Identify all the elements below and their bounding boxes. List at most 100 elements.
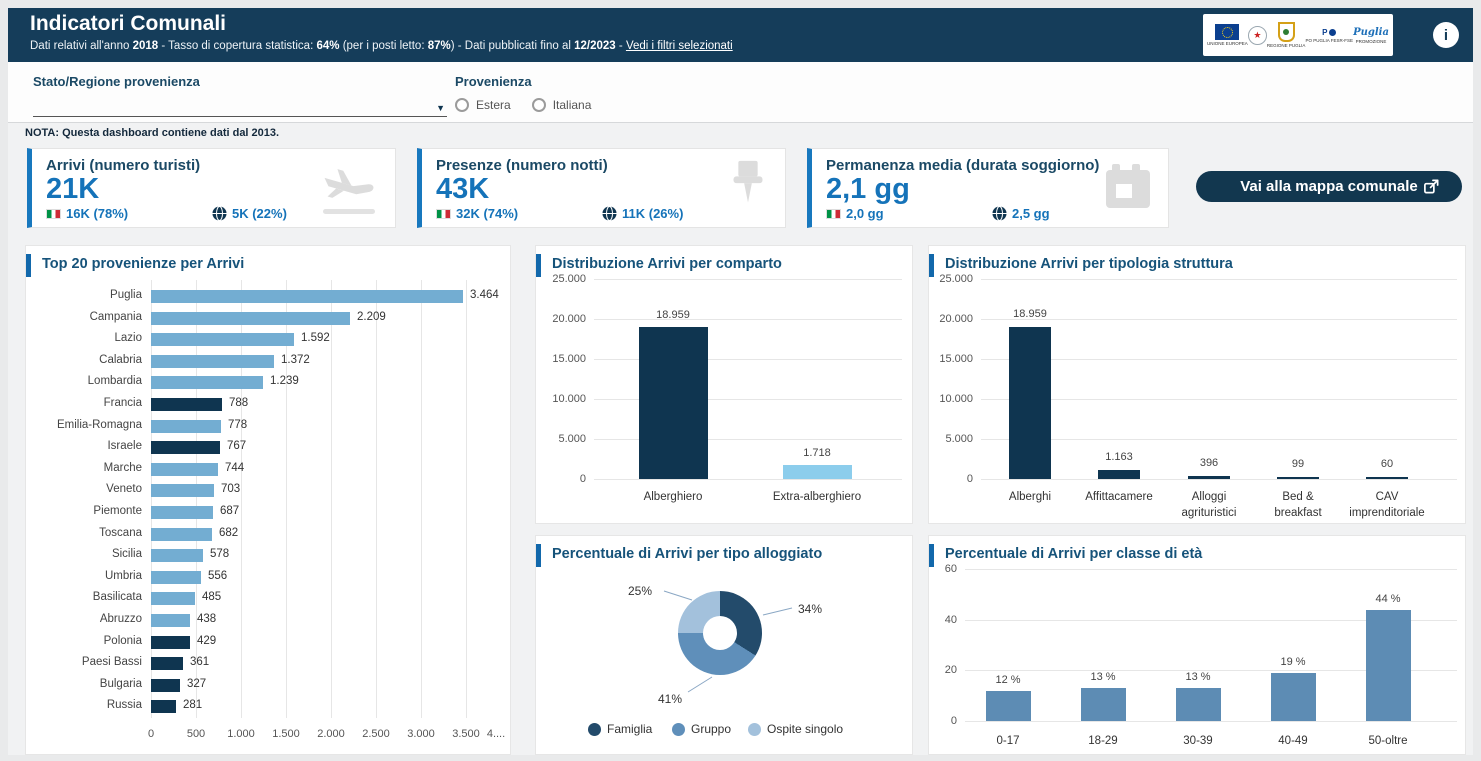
axis-tick-label: 10.000 <box>931 393 973 405</box>
legend-item-gruppo[interactable]: Gruppo <box>672 722 731 736</box>
kpi-foreign-text: 5K (22%) <box>232 206 287 221</box>
category-label: Abruzzo <box>30 613 142 625</box>
kpi-italian-value: 16K (78%) <box>46 206 128 221</box>
category-label: Veneto <box>30 483 142 495</box>
bar[interactable] <box>1366 610 1411 721</box>
kpi-italian-value: 32K (74%) <box>436 206 518 221</box>
map-button-label: Vai alla mappa comunale <box>1240 178 1418 195</box>
radio-estera[interactable] <box>455 98 469 112</box>
bar-value-label: 1.239 <box>270 375 299 387</box>
axis-tick-label: 2.000 <box>317 728 345 740</box>
legend-item-ospite-singolo[interactable]: Ospite singolo <box>748 722 843 736</box>
bar-value-label: 438 <box>197 613 216 625</box>
bar[interactable] <box>639 327 708 479</box>
kpi-foreign-value: 2,5 gg <box>992 206 1050 221</box>
category-label: Paesi Bassi <box>30 656 142 668</box>
gridline <box>981 319 1457 320</box>
subtitle-year: 2018 <box>133 40 159 52</box>
radio-italiana[interactable] <box>532 98 546 112</box>
plane-landing-icon <box>317 159 381 222</box>
axis-tick-label: 4.... <box>487 728 505 740</box>
state-region-select[interactable]: ▼ <box>33 90 447 117</box>
bar[interactable] <box>151 398 222 411</box>
bar[interactable] <box>1176 688 1221 721</box>
legend-item-famiglia[interactable]: Famiglia <box>588 722 652 736</box>
bar[interactable] <box>151 592 195 605</box>
chevron-down-icon: ▼ <box>436 103 445 113</box>
bar-value-label: 361 <box>190 656 209 668</box>
globe-icon <box>212 206 227 221</box>
bar[interactable] <box>151 333 294 346</box>
info-button[interactable]: i <box>1433 22 1459 48</box>
external-link-icon <box>1423 178 1440 195</box>
bar[interactable] <box>986 691 1031 721</box>
tipologia-plot-area: 25.00020.00015.00010.0005.000018.959Albe… <box>929 246 1465 523</box>
bar[interactable] <box>1081 688 1126 721</box>
bar[interactable] <box>1271 673 1316 721</box>
bar[interactable] <box>151 312 350 325</box>
bar[interactable] <box>151 463 218 476</box>
bar-value-label: 767 <box>227 440 246 452</box>
kpi-italian-text: 16K (78%) <box>66 206 128 221</box>
category-label: Alberghi <box>1009 489 1051 505</box>
axis-tick-label: 1.500 <box>272 728 300 740</box>
bar-value-label: 281 <box>183 699 202 711</box>
selected-filters-link[interactable]: Vedi i filtri selezionati <box>626 40 733 52</box>
kpi-value: 21K <box>46 173 99 206</box>
kpi-title: Presenze (numero notti) <box>436 157 608 174</box>
bar[interactable] <box>151 355 274 368</box>
category-label: 40-49 <box>1278 733 1307 749</box>
bar[interactable] <box>783 465 852 479</box>
map-button[interactable]: Vai alla mappa comunale <box>1196 171 1462 202</box>
bar-value-label: 19 % <box>1280 656 1305 668</box>
chart-arrivi-tipologia: Distribuzione Arrivi per tipologia strut… <box>928 245 1466 524</box>
gridline <box>981 479 1457 480</box>
axis-tick-label: 15.000 <box>931 353 973 365</box>
kpi-foreign-value: 11K (26%) <box>602 206 683 221</box>
bar[interactable] <box>1009 327 1051 479</box>
bar[interactable] <box>151 549 203 562</box>
bar[interactable] <box>151 506 213 519</box>
category-label: CAV imprenditoriale <box>1349 489 1424 521</box>
bar-value-label: 44 % <box>1375 593 1400 605</box>
italy-emblem-icon: ★ <box>1248 26 1267 45</box>
bar-value-label: 99 <box>1292 458 1304 470</box>
bar[interactable] <box>151 657 183 670</box>
bar[interactable] <box>151 376 263 389</box>
bar[interactable] <box>151 420 221 433</box>
bar[interactable] <box>151 441 220 454</box>
axis-tick-label: 20.000 <box>931 313 973 325</box>
bar[interactable] <box>151 571 201 584</box>
legend-dot <box>588 723 601 736</box>
bar[interactable] <box>1366 477 1408 479</box>
italy-flag-icon <box>436 209 451 219</box>
legend-label: Famiglia <box>607 722 652 736</box>
category-label: Umbria <box>30 570 142 582</box>
bar[interactable] <box>151 700 176 713</box>
bar[interactable] <box>151 528 212 541</box>
category-label: Puglia <box>30 289 142 301</box>
category-label: Affittacamere <box>1085 489 1153 505</box>
bar[interactable] <box>151 290 463 303</box>
logo-strip: UNIONE EUROPEA ★ REGIONE PUGLIA P PO PUG… <box>1203 14 1393 56</box>
category-label: Lazio <box>30 332 142 344</box>
category-label: Basilicata <box>30 591 142 603</box>
category-label: Toscana <box>30 527 142 539</box>
bar[interactable] <box>151 484 214 497</box>
bar-value-label: 1.592 <box>301 332 330 344</box>
category-label: 18-29 <box>1088 733 1117 749</box>
bar[interactable] <box>1098 470 1140 479</box>
bar[interactable] <box>151 679 180 692</box>
note-text: NOTA: Questa dashboard contiene dati dal… <box>25 127 279 139</box>
bar[interactable] <box>151 636 190 649</box>
kpi-title: Permanenza media (durata soggiorno) <box>826 157 1099 174</box>
filter-bar: Stato/Regione provenienza ▼ Provenienza … <box>8 62 1473 123</box>
axis-tick-label: 60 <box>928 563 957 575</box>
bar[interactable] <box>1277 477 1319 479</box>
page-title: Indicatori Comunali <box>30 12 226 36</box>
bar[interactable] <box>1188 476 1230 479</box>
gridline <box>421 280 422 718</box>
bar[interactable] <box>151 614 190 627</box>
subtitle-published: 12/2023 <box>574 40 616 52</box>
pushpin-icon <box>725 159 771 222</box>
